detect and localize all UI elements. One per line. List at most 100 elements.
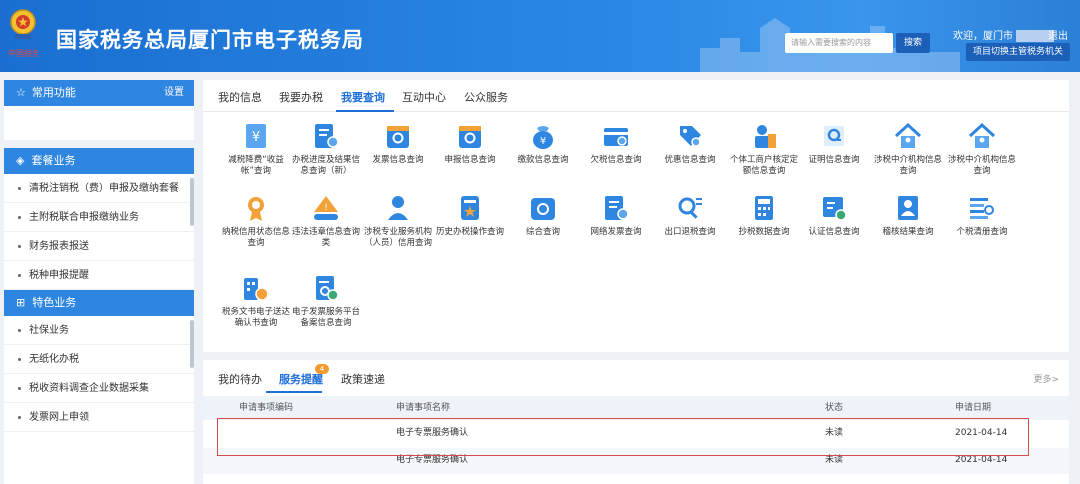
active-tab-underline bbox=[336, 110, 394, 112]
svg-text:¥: ¥ bbox=[540, 136, 546, 147]
query-tile[interactable]: 发票信息查询 bbox=[363, 120, 433, 166]
tab-public-service[interactable]: 公众服务 bbox=[464, 89, 508, 105]
query-tile[interactable]: 税务文书电子送达确认书查询 bbox=[221, 272, 291, 329]
sidebar-item-financial-report[interactable]: 财务报表报送 bbox=[4, 232, 194, 261]
special-business-header[interactable]: ⊞ 特色业务 bbox=[4, 290, 194, 316]
query-tile[interactable]: 涉税中介机构信息查询 bbox=[873, 120, 943, 177]
query-panel: 我的信息 我要办税 我要查询 互动中心 公众服务 ¥ 减税降费“收益帐”查询 办税进… bbox=[203, 80, 1069, 352]
query-tile-label: 缴款信息查询 bbox=[517, 155, 569, 165]
logout-link[interactable]: 退出 bbox=[1048, 27, 1068, 42]
highlight-annotation-box bbox=[217, 418, 1029, 456]
sidebar-item-tax-reminder[interactable]: 税种申报提醒 bbox=[4, 261, 194, 290]
col-name: 申请事项名称 bbox=[396, 403, 451, 413]
query-tile[interactable]: 优惠信息查询 bbox=[655, 120, 725, 166]
agency-house-icon bbox=[894, 122, 922, 148]
query-tile[interactable]: 申报信息查询 bbox=[435, 120, 505, 166]
tab-policy-express[interactable]: 政策速递 bbox=[341, 371, 385, 387]
query-tile-label: 抄税数据查询 bbox=[738, 227, 790, 237]
query-tile[interactable]: 纳税信用状态信息查询 bbox=[221, 192, 291, 249]
query-tile[interactable]: 电子发票服务平台备案信息查询 bbox=[291, 272, 361, 329]
calculator-icon bbox=[755, 196, 773, 220]
payment-bag-icon: ¥ bbox=[533, 126, 553, 149]
query-tile[interactable]: 网络发票查询 bbox=[581, 192, 651, 238]
package-list: 清税注销税（费）申报及缴纳套餐 主附税联合申报缴纳业务 财务报表报送 税种申报提… bbox=[4, 174, 194, 290]
personal-tax-icon bbox=[970, 198, 994, 219]
query-tile[interactable]: 历史办税操作查询 bbox=[435, 192, 505, 238]
query-tile-label: 证明信息查询 bbox=[808, 155, 860, 165]
search-button[interactable]: 搜索 bbox=[896, 33, 930, 53]
tab-tax-handling[interactable]: 我要办税 bbox=[279, 89, 323, 105]
query-tile-label: 综合查询 bbox=[525, 227, 560, 237]
query-tile-label: 历史办税操作查询 bbox=[435, 227, 504, 237]
sidebar-item-paperless[interactable]: 无纸化办税 bbox=[4, 345, 194, 374]
query-tile-label: 违法违章信息查询类 bbox=[291, 227, 360, 248]
query-tile-label: 涉税中介机构信息查询 bbox=[947, 155, 1016, 176]
sidebar-item-joint-declaration[interactable]: 主附税联合申报缴纳业务 bbox=[4, 203, 194, 232]
query-tile-label: 认证信息查询 bbox=[808, 227, 860, 237]
arrears-query-icon bbox=[604, 128, 628, 146]
query-tile[interactable]: 办税进度及结果信息查询（新） bbox=[291, 120, 361, 177]
query-tile-label: 电子发票服务平台备案信息查询 bbox=[291, 307, 360, 328]
discount-tag-icon bbox=[680, 126, 701, 147]
query-tile[interactable]: ¥ 减税降费“收益帐”查询 bbox=[221, 120, 291, 177]
query-tile-label: 减税降费“收益帐”查询 bbox=[228, 155, 284, 176]
certificate-query-icon bbox=[824, 126, 844, 146]
sidebar-item-label: 财务报表报送 bbox=[29, 241, 89, 252]
tab-my-info[interactable]: 我的信息 bbox=[218, 89, 262, 105]
package-business-header[interactable]: ◈ 套餐业务 bbox=[4, 148, 194, 174]
search-input[interactable]: 请输入需要搜索的内容 bbox=[785, 33, 893, 53]
history-operation-icon bbox=[461, 196, 479, 220]
query-tile[interactable]: 抄税数据查询 bbox=[729, 192, 799, 238]
audit-result-icon bbox=[898, 196, 918, 220]
welcome-text: 欢迎，厦门市 bbox=[953, 27, 1054, 42]
bullet-icon bbox=[18, 186, 21, 190]
tab-service-reminder[interactable]: 服务提醒 bbox=[279, 371, 323, 387]
online-invoice-icon bbox=[605, 196, 629, 220]
query-tile[interactable]: 涉税专业服务机构（人员）信用查询 bbox=[363, 192, 433, 249]
query-tile[interactable]: 出口退税查询 bbox=[655, 192, 725, 238]
sidebar-item-label: 税收资料调查企业数据采集 bbox=[29, 383, 149, 394]
common-functions-list bbox=[4, 106, 194, 140]
sidebar-item-data-collection[interactable]: 税收资料调查企业数据采集 bbox=[4, 374, 194, 403]
svg-text:!: ! bbox=[324, 203, 328, 213]
bullet-icon bbox=[18, 357, 21, 361]
query-tile[interactable]: 认证信息查询 bbox=[799, 192, 869, 238]
col-status: 状态 bbox=[825, 403, 844, 413]
professional-person-icon bbox=[388, 196, 408, 220]
query-tile[interactable]: 个税清册查询 bbox=[947, 192, 1017, 238]
query-tile[interactable]: 涉税中介机构信息查询 bbox=[947, 120, 1017, 177]
more-link[interactable]: 更多> bbox=[1033, 372, 1059, 385]
welcome-label: 欢迎，厦门市 bbox=[953, 31, 1013, 42]
query-tile-label: 发票信息查询 bbox=[372, 155, 424, 165]
credit-medal-icon bbox=[248, 197, 264, 221]
package-business-title: 套餐业务 bbox=[31, 154, 76, 167]
tab-my-todo[interactable]: 我的待办 bbox=[218, 371, 262, 387]
query-tile[interactable]: 个体工商户核定定额信息查询 bbox=[729, 120, 799, 177]
tab-interaction[interactable]: 互动中心 bbox=[402, 89, 446, 105]
query-tile[interactable]: 欠税信息查询 bbox=[581, 120, 651, 166]
sidebar-item-deregistration[interactable]: 清税注销税（费）申报及缴纳套餐 bbox=[4, 174, 194, 203]
query-tile[interactable]: 稽核结果查询 bbox=[873, 192, 943, 238]
active-tab-underline bbox=[266, 391, 322, 393]
reminder-count-badge: 4 bbox=[315, 364, 329, 374]
query-tile[interactable]: ! 违法违章信息查询类 bbox=[291, 192, 361, 249]
common-functions-header: ☆ 常用功能 设置 bbox=[4, 80, 194, 106]
sidebar: ☆ 常用功能 设置 ◈ 套餐业务 清税注销税（费）申报及缴纳套餐 主附税联合申报缴… bbox=[4, 80, 194, 484]
tab-query[interactable]: 我要查询 bbox=[341, 89, 385, 105]
violation-warning-icon: ! bbox=[314, 196, 338, 220]
query-tile[interactable]: 综合查询 bbox=[508, 192, 578, 238]
switch-tax-authority-button[interactable]: 项目切换主管税务机关 bbox=[966, 43, 1070, 61]
declaration-query-icon bbox=[459, 126, 481, 148]
query-tile[interactable]: 证明信息查询 bbox=[799, 120, 869, 166]
query-tile[interactable]: ¥ 缴款信息查询 bbox=[508, 120, 578, 166]
site-header: 中国税务 国家税务总局厦门市电子税务局 请输入需要搜索的内容 搜索 欢迎，厦门市… bbox=[0, 0, 1080, 72]
sidebar-item-social-security[interactable]: 社保业务 bbox=[4, 316, 194, 345]
special-scrollbar[interactable] bbox=[190, 320, 194, 368]
settings-link[interactable]: 设置 bbox=[164, 80, 184, 106]
sidebar-item-invoice-apply[interactable]: 发票网上申领 bbox=[4, 403, 194, 432]
query-tile-label: 网络发票查询 bbox=[590, 227, 642, 237]
bullet-icon bbox=[18, 244, 21, 248]
emblem-caption: 中国税务 bbox=[8, 49, 38, 58]
package-scrollbar[interactable] bbox=[190, 178, 194, 226]
query-tile-label: 欠税信息查询 bbox=[590, 155, 642, 165]
